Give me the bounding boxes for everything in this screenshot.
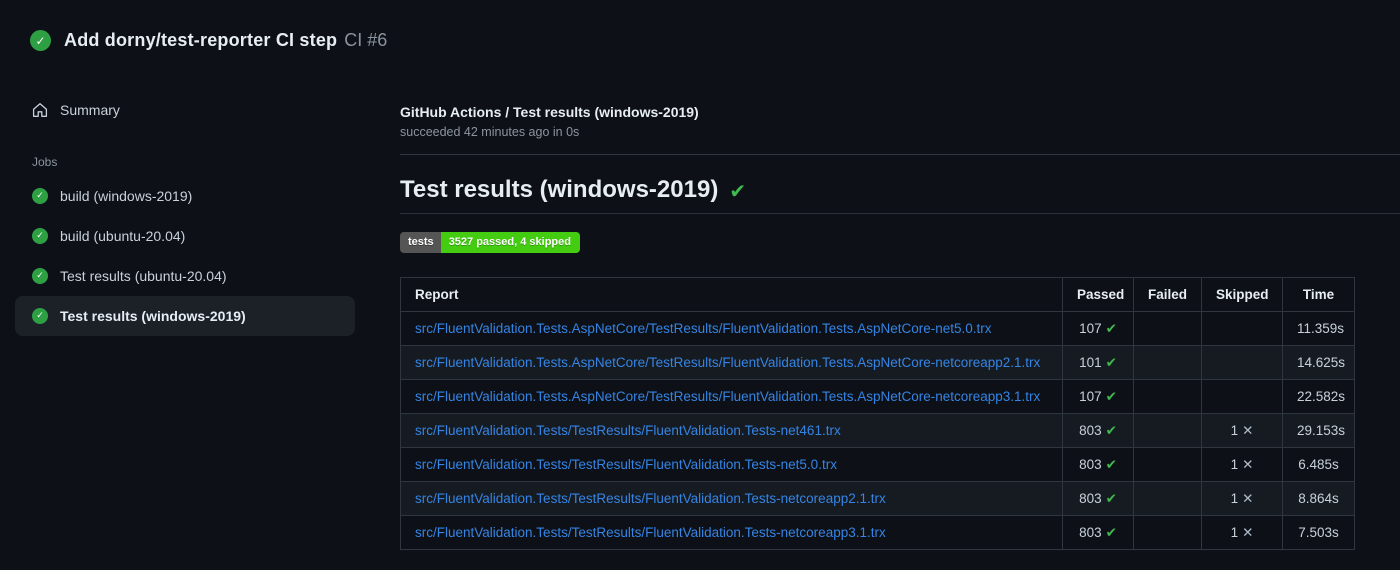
- check-icon: ✔: [1105, 354, 1117, 371]
- passed-count: 803: [1079, 490, 1102, 506]
- badge-label: tests: [400, 232, 441, 253]
- sidebar-item-job-test-ubuntu[interactable]: ✓ Test results (ubuntu-20.04): [15, 256, 355, 296]
- passed-count: 107: [1079, 388, 1102, 404]
- jobs-section-label: Jobs: [32, 155, 58, 169]
- report-link[interactable]: src/FluentValidation.Tests/TestResults/F…: [415, 423, 841, 438]
- run-header: ✓ Add dorny/test-reporter CI step CI #6: [30, 30, 387, 51]
- check-run-page: ✓ Add dorny/test-reporter CI step CI #6 …: [0, 0, 1400, 570]
- column-header-time: Time: [1282, 277, 1355, 312]
- x-icon: ✕: [1242, 524, 1254, 541]
- time-value: 8.864s: [1282, 481, 1355, 516]
- check-icon: ✔: [1105, 388, 1117, 405]
- job-label: Test results (windows-2019): [60, 308, 246, 324]
- page-title-text: Test results (windows-2019): [400, 176, 719, 203]
- run-title: Add dorny/test-reporter CI step: [64, 30, 338, 50]
- sidebar-summary-label: Summary: [60, 102, 120, 118]
- report-link[interactable]: src/FluentValidation.Tests.AspNetCore/Te…: [415, 389, 1040, 404]
- sidebar: Summary Jobs ✓ build (windows-2019) ✓ bu…: [15, 90, 355, 336]
- column-header-skipped: Skipped: [1201, 277, 1283, 312]
- check-icon: ✔: [1105, 456, 1117, 473]
- table-row: src/FluentValidation.Tests.AspNetCore/Te…: [400, 345, 1355, 380]
- skipped-count: 1: [1230, 490, 1239, 506]
- job-success-icon: ✓: [32, 188, 48, 204]
- table-row: src/FluentValidation.Tests/TestResults/F…: [400, 515, 1355, 550]
- job-success-icon: ✓: [32, 268, 48, 284]
- page-title: Test results (windows-2019) ✔: [400, 176, 1400, 214]
- time-value: 7.503s: [1282, 515, 1355, 550]
- column-header-passed: Passed: [1062, 277, 1134, 312]
- time-value: 29.153s: [1282, 413, 1355, 448]
- column-header-report: Report: [400, 277, 1063, 312]
- x-icon: ✕: [1242, 422, 1254, 439]
- job-success-icon: ✓: [32, 228, 48, 244]
- table-row: src/FluentValidation.Tests.AspNetCore/Te…: [400, 311, 1355, 346]
- check-icon: ✔: [1105, 422, 1117, 439]
- table-row: src/FluentValidation.Tests.AspNetCore/Te…: [400, 379, 1355, 414]
- job-label: Test results (ubuntu-20.04): [60, 268, 227, 284]
- job-success-icon: ✓: [32, 308, 48, 324]
- sidebar-item-job-test-windows[interactable]: ✓ Test results (windows-2019): [15, 296, 355, 336]
- time-value: 6.485s: [1282, 447, 1355, 482]
- skipped-count: 1: [1230, 524, 1239, 540]
- report-link[interactable]: src/FluentValidation.Tests.AspNetCore/Te…: [415, 321, 992, 336]
- header-divider: [400, 154, 1400, 155]
- sidebar-item-summary[interactable]: Summary: [15, 90, 355, 130]
- job-label: build (windows-2019): [60, 188, 193, 204]
- passed-count: 803: [1079, 524, 1102, 540]
- table-row: src/FluentValidation.Tests/TestResults/F…: [400, 447, 1355, 482]
- check-icon: ✔: [1105, 320, 1117, 337]
- results-table: Report Passed Failed Skipped Time src/Fl…: [400, 277, 1355, 550]
- x-icon: ✕: [1242, 490, 1254, 507]
- report-link[interactable]: src/FluentValidation.Tests.AspNetCore/Te…: [415, 355, 1040, 370]
- time-value: 14.625s: [1282, 345, 1355, 380]
- skipped-count: 1: [1230, 422, 1239, 438]
- report-link[interactable]: src/FluentValidation.Tests/TestResults/F…: [415, 457, 837, 472]
- heading-check-icon: ✔: [729, 179, 747, 203]
- passed-count: 101: [1079, 354, 1102, 370]
- column-header-failed: Failed: [1133, 277, 1202, 312]
- report-link[interactable]: src/FluentValidation.Tests/TestResults/F…: [415, 491, 886, 506]
- check-icon: ✔: [1105, 490, 1117, 507]
- sidebar-item-job-build-windows[interactable]: ✓ build (windows-2019): [15, 176, 355, 216]
- passed-count: 107: [1079, 320, 1102, 336]
- sidebar-item-job-build-ubuntu[interactable]: ✓ build (ubuntu-20.04): [15, 216, 355, 256]
- table-row: src/FluentValidation.Tests/TestResults/F…: [400, 481, 1355, 516]
- table-row: src/FluentValidation.Tests/TestResults/F…: [400, 413, 1355, 448]
- job-label: build (ubuntu-20.04): [60, 228, 186, 244]
- time-value: 11.359s: [1282, 311, 1355, 346]
- check-icon: ✔: [1105, 524, 1117, 541]
- x-icon: ✕: [1242, 456, 1254, 473]
- main-content: GitHub Actions / Test results (windows-2…: [400, 0, 1400, 550]
- passed-count: 803: [1079, 422, 1102, 438]
- skipped-count: 1: [1230, 456, 1239, 472]
- report-link[interactable]: src/FluentValidation.Tests/TestResults/F…: [415, 525, 886, 540]
- run-number: CI #6: [344, 30, 388, 50]
- passed-count: 803: [1079, 456, 1102, 472]
- tests-badge: tests 3527 passed, 4 skipped: [400, 232, 580, 253]
- status-line: succeeded 42 minutes ago in 0s: [400, 125, 580, 139]
- breadcrumb: GitHub Actions / Test results (windows-2…: [400, 104, 699, 120]
- time-value: 22.582s: [1282, 379, 1355, 414]
- home-icon: [32, 102, 48, 118]
- run-success-icon: ✓: [30, 30, 51, 51]
- table-header-row: Report Passed Failed Skipped Time: [400, 277, 1355, 312]
- badge-value: 3527 passed, 4 skipped: [440, 232, 580, 253]
